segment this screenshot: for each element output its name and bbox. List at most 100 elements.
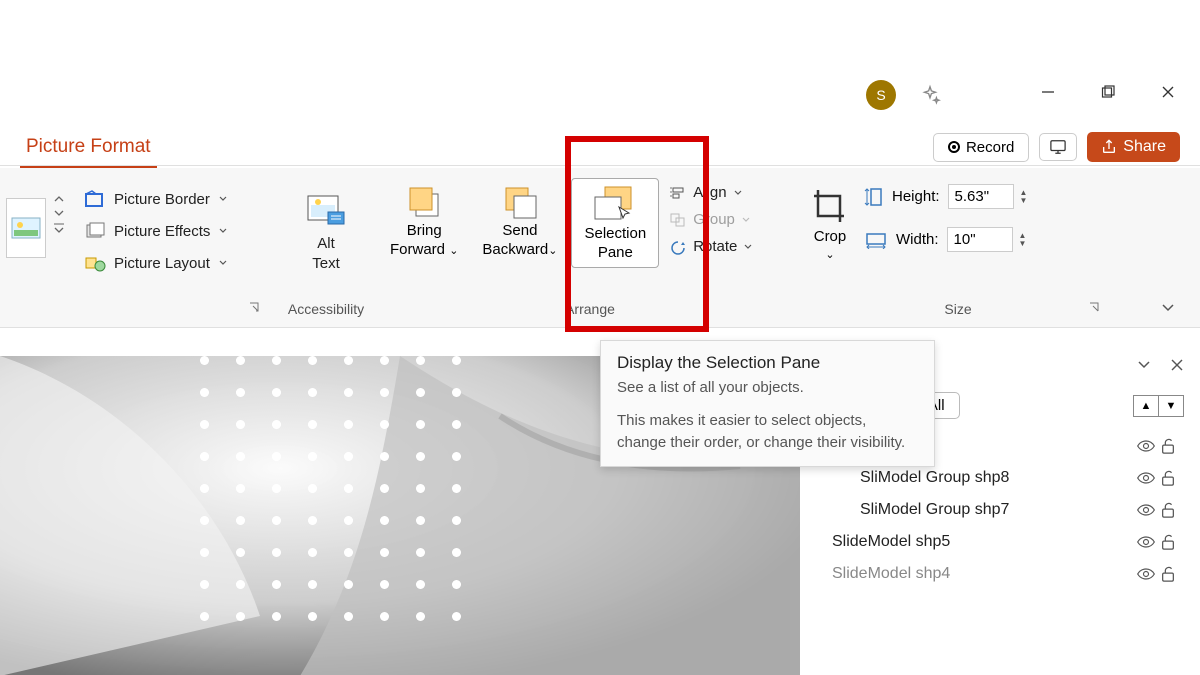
collapse-ribbon-button[interactable] <box>1160 301 1176 313</box>
move-up-button[interactable]: ▲ <box>1133 395 1159 417</box>
picture-layout-button[interactable]: Picture Layout <box>84 254 228 272</box>
selection-pane-button[interactable]: Selection Pane <box>571 178 659 268</box>
minimize-button[interactable] <box>1036 80 1060 104</box>
gallery-down-icon[interactable] <box>52 208 66 218</box>
picture-styles-launcher[interactable] <box>248 301 262 315</box>
align-label: Align <box>693 184 726 201</box>
move-down-button[interactable]: ▼ <box>1158 395 1184 417</box>
selection-pane-label-1: Selection <box>584 225 646 242</box>
present-button[interactable] <box>1039 133 1077 161</box>
group-picture-styles: Picture Border Picture Effects Picture L… <box>0 178 270 317</box>
picture-border-label: Picture Border <box>114 191 210 208</box>
bring-forward-icon <box>404 182 444 222</box>
selection-pane-icon <box>591 185 639 225</box>
alt-text-button[interactable]: AltText <box>276 178 376 273</box>
selection-pane-close-icon[interactable] <box>1170 358 1184 372</box>
height-input[interactable] <box>948 184 1014 209</box>
height-icon <box>864 186 884 208</box>
visibility-toggle-icon[interactable] <box>1136 567 1160 581</box>
visibility-toggle-icon[interactable] <box>1136 471 1160 485</box>
crop-label: Crop <box>814 228 847 245</box>
record-button[interactable]: Record <box>933 133 1029 162</box>
tab-picture-format[interactable]: Picture Format <box>20 132 157 169</box>
tooltip-subtitle: See a list of all your objects. <box>617 379 918 396</box>
record-label: Record <box>966 139 1014 156</box>
bring-forward-button[interactable]: BringForward ⌄ <box>380 178 468 260</box>
sparkle-icon[interactable] <box>915 80 945 110</box>
rotate-button[interactable]: Rotate <box>669 238 753 255</box>
border-icon <box>84 190 106 208</box>
effects-icon <box>84 222 106 240</box>
bring-forward-label-2: Forward <box>390 241 445 258</box>
group-label-accessibility: Accessibility <box>276 301 376 317</box>
group-label: Group <box>693 211 735 228</box>
send-backward-label-1: Send <box>502 222 537 239</box>
selection-object-row[interactable]: SlideModel shp4 <box>832 565 1184 583</box>
height-label: Height: <box>892 188 940 205</box>
chevron-down-icon <box>743 242 753 252</box>
group-accessibility: AltText Accessibility <box>276 178 376 317</box>
selection-pane-label-2: Pane <box>598 244 633 261</box>
send-backward-button[interactable]: SendBackward⌄ <box>472 178 567 260</box>
align-icon <box>669 185 687 201</box>
visibility-toggle-icon[interactable] <box>1136 503 1160 517</box>
picture-effects-label: Picture Effects <box>114 223 210 240</box>
selection-pane-tooltip: Display the Selection Pane See a list of… <box>600 340 935 467</box>
group-arrange: BringForward ⌄ SendBackward⌄ SelectionPa… <box>380 178 800 317</box>
tooltip-description: This makes it easier to select objects, … <box>617 410 918 454</box>
group-icon <box>669 212 687 228</box>
lock-toggle-icon[interactable] <box>1160 469 1184 487</box>
gallery-up-icon[interactable] <box>52 194 66 204</box>
lock-toggle-icon[interactable] <box>1160 501 1184 519</box>
close-button[interactable] <box>1156 80 1180 104</box>
crop-icon <box>808 184 852 228</box>
crop-button[interactable]: Crop⌄ <box>808 178 852 262</box>
chevron-down-icon <box>218 194 228 204</box>
picture-border-button[interactable]: Picture Border <box>84 190 228 208</box>
send-backward-icon <box>500 182 540 222</box>
picture-layout-label: Picture Layout <box>114 255 210 272</box>
picture-effects-button[interactable]: Picture Effects <box>84 222 228 240</box>
width-icon <box>864 231 888 249</box>
gallery-more-icon[interactable] <box>52 222 66 234</box>
lock-toggle-icon[interactable] <box>1160 533 1184 551</box>
group-label-size: Size <box>808 301 1108 317</box>
restore-button[interactable] <box>1096 80 1120 104</box>
group-label-arrange: Arrange <box>380 301 800 317</box>
picture-style-preset[interactable] <box>6 198 46 258</box>
alt-text-icon <box>303 190 349 230</box>
chevron-down-icon <box>218 226 228 236</box>
chevron-down-icon <box>218 258 228 268</box>
chevron-down-icon <box>733 188 743 198</box>
layout-icon <box>84 254 106 272</box>
group-button[interactable]: Group <box>669 211 753 228</box>
selection-object-row[interactable]: SliModel Group shp7 <box>832 501 1184 519</box>
visibility-toggle-icon[interactable] <box>1136 535 1160 549</box>
group-size: Crop⌄ Height: ▲▼ Width: ▲▼ Size <box>808 178 1108 317</box>
selection-pane-collapse-icon[interactable] <box>1136 358 1152 372</box>
width-input[interactable] <box>947 227 1013 252</box>
object-name: SliModel Group shp8 <box>832 469 1136 487</box>
ribbon: Picture Border Picture Effects Picture L… <box>0 168 1200 328</box>
visibility-toggle-icon[interactable] <box>1136 439 1160 453</box>
selection-object-row[interactable]: SlideModel shp5 <box>832 533 1184 551</box>
tooltip-title: Display the Selection Pane <box>617 353 918 373</box>
rotate-label: Rotate <box>693 238 737 255</box>
decorative-dots <box>200 356 490 636</box>
height-spin-down[interactable]: ▼ <box>1020 197 1028 205</box>
align-button[interactable]: Align <box>669 184 753 201</box>
user-avatar[interactable]: S <box>866 80 896 110</box>
share-button[interactable]: Share <box>1087 132 1180 162</box>
selection-object-row[interactable]: SliModel Group shp8 <box>832 469 1184 487</box>
send-backward-label-2: Backward <box>482 241 548 258</box>
rotate-icon <box>669 239 687 255</box>
record-icon <box>948 141 960 153</box>
share-label: Share <box>1123 138 1166 156</box>
width-spin-down[interactable]: ▼ <box>1019 240 1027 248</box>
object-name: SliModel Group shp7 <box>832 501 1136 519</box>
object-name: SlideModel shp4 <box>832 565 1136 583</box>
width-label: Width: <box>896 231 939 248</box>
alt-text-label-2: Text <box>312 255 340 272</box>
lock-toggle-icon[interactable] <box>1160 437 1184 455</box>
lock-toggle-icon[interactable] <box>1160 565 1184 583</box>
